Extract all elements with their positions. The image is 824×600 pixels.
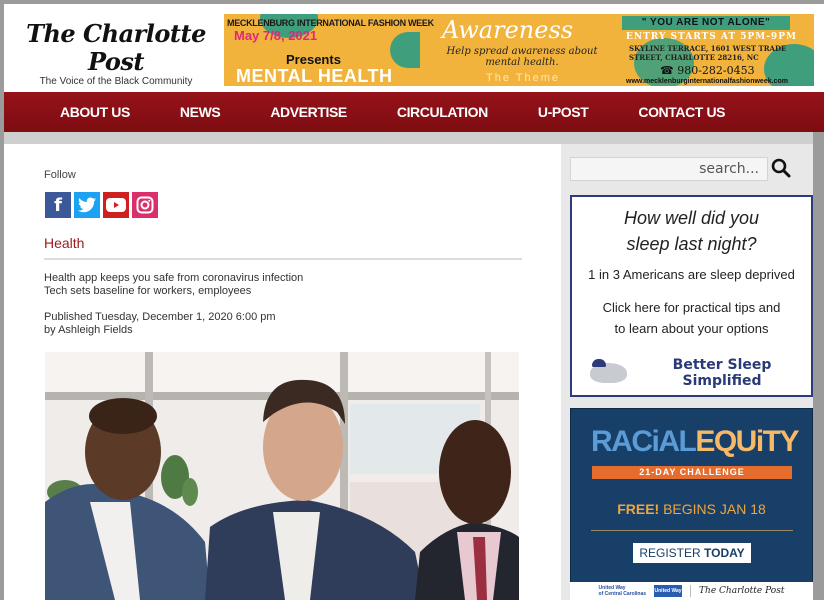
page: The Charlotte Post The Voice of the Blac…	[4, 4, 824, 600]
site-tagline: The Voice of the Black Community	[39, 76, 193, 87]
article-subheadline: Tech sets baseline for workers, employee…	[44, 285, 252, 297]
register-today-button[interactable]: REGISTER TODAY	[633, 543, 751, 563]
banner-help-text: Help spread awareness about mental healt…	[446, 46, 598, 68]
united-way-logo: United Way	[654, 585, 683, 597]
challenge-band: 21-DAY CHALLENGE	[592, 466, 792, 479]
sleep-ad[interactable]: How well did you sleep last night? 1 in …	[570, 195, 813, 397]
twitter-link[interactable]	[74, 192, 100, 218]
site-title[interactable]: The Charlotte Post	[10, 20, 222, 76]
instagram-icon	[136, 196, 154, 214]
sleep-ad-cta[interactable]: Click here for practical tips and to lea…	[572, 297, 811, 339]
begins-label: BEGINS JAN 18	[659, 501, 766, 517]
site-header: The Charlotte Post The Voice of the Blac…	[4, 4, 824, 105]
united-way-text: United Way of Central Carolinas	[599, 585, 647, 597]
free-label: FREE!	[617, 501, 660, 517]
banner-url: www.mecklenburginternationalfashionweek.…	[626, 78, 788, 85]
ad-divider	[591, 530, 793, 531]
nav-about-us[interactable]: ABOUT US	[60, 104, 130, 120]
united-way-line2: of Central Carolinas	[598, 591, 647, 597]
instagram-link[interactable]	[132, 192, 158, 218]
article-headline: Health app keeps you safe from coronavir…	[44, 272, 304, 284]
fashion-week-banner-ad[interactable]: MECKLENBURG INTERNATIONAL FASHION WEEK M…	[224, 12, 814, 86]
photo-illustration	[45, 352, 519, 600]
nav-u-post[interactable]: U-POST	[538, 104, 589, 120]
banner-slogan: " YOU ARE NOT ALONE"	[622, 16, 790, 30]
search-button[interactable]	[771, 158, 791, 178]
nav-divider	[4, 132, 824, 144]
published-date: Published Tuesday, December 1, 2020 6:00…	[44, 311, 276, 323]
sleep-ad-cta-line2: to learn about your options	[614, 321, 769, 336]
section-title[interactable]: Health	[44, 235, 84, 251]
article-photo	[45, 352, 519, 600]
banner-phone-number: 980-282-0453	[677, 64, 755, 77]
banner-phone: ☎ 980-282-0453	[660, 64, 755, 77]
racial-equity-title-part2: EQUiTY	[695, 425, 799, 458]
nav-advertise[interactable]: ADVERTISE	[270, 104, 347, 120]
banner-event-name: MECKLENBURG INTERNATIONAL FASHION WEEK	[227, 18, 434, 28]
follow-label: Follow	[44, 169, 76, 181]
nav-contact-us[interactable]: CONTACT US	[638, 104, 725, 120]
sleep-ad-cta-line1: Click here for practical tips and	[602, 300, 781, 315]
section-divider	[44, 258, 522, 260]
charlotte-post-logo-small: The Charlotte Post	[699, 586, 785, 596]
sleep-ad-question-line1: How well did you	[623, 208, 760, 228]
facebook-icon: f	[54, 194, 62, 216]
sleep-ad-stat: 1 in 3 Americans are sleep deprived	[588, 267, 795, 282]
banner-presents: Presents	[286, 52, 341, 67]
twitter-icon	[78, 197, 96, 213]
sleep-ad-question: How well did you sleep last night?	[572, 205, 811, 257]
racial-equity-ad[interactable]: RACiALEQUiTY 21-DAY CHALLENGE FREE! BEGI…	[570, 408, 813, 600]
banner-entry-time: ENTRY STARTS AT 5PM-9PM	[626, 32, 797, 42]
search-input[interactable]	[570, 157, 768, 181]
search-icon	[771, 158, 791, 178]
nav-news[interactable]: NEWS	[180, 104, 221, 120]
racial-equity-title-part1: RACiAL	[591, 425, 697, 458]
banner-theme: The Theme	[486, 72, 561, 84]
sleep-ad-brand: Better Sleep Simplified	[590, 357, 811, 389]
sleep-ad-question-line2: sleep last night?	[626, 234, 757, 254]
article-column: Follow f Health Health app keeps you saf…	[4, 144, 560, 600]
today-label: TODAY	[704, 546, 745, 560]
page-edge	[813, 132, 824, 600]
sponsor-divider	[690, 585, 692, 597]
phone-icon: ☎	[660, 64, 678, 77]
youtube-link[interactable]	[103, 192, 129, 218]
author-byline: by Ashleigh Fields	[44, 324, 133, 336]
article-headlines: Health app keeps you safe from coronavir…	[44, 272, 303, 298]
register-label: REGISTER	[639, 546, 704, 560]
banner-dates: May 7/8, 2021	[234, 28, 318, 43]
sidebar: How well did you sleep last night? 1 in …	[561, 144, 813, 600]
banner-awareness: Awareness	[442, 16, 574, 44]
decorative-shape	[390, 32, 420, 68]
banner-headline: MENTAL HEALTH	[236, 66, 393, 86]
free-begins-text: FREE! BEGINS JAN 18	[571, 501, 812, 517]
racial-equity-sponsors: United Way of Central Carolinas United W…	[570, 582, 813, 600]
sleep-ad-brand-name: Better Sleep Simplified	[672, 357, 772, 389]
facebook-link[interactable]: f	[45, 192, 71, 218]
social-links: f	[45, 192, 158, 218]
youtube-icon	[106, 198, 126, 212]
banner-venue: SKYLINE TERRACE, 1601 WEST TRADE STREET,…	[629, 44, 787, 62]
main-nav: ABOUT US NEWS ADVERTISE CIRCULATION U-PO…	[4, 92, 824, 132]
nav-circulation[interactable]: CIRCULATION	[397, 104, 488, 120]
article-meta: Published Tuesday, December 1, 2020 6:00…	[44, 311, 276, 337]
racial-equity-title: RACiALEQUiTY	[591, 425, 800, 459]
sleeping-dog-icon	[590, 359, 628, 383]
